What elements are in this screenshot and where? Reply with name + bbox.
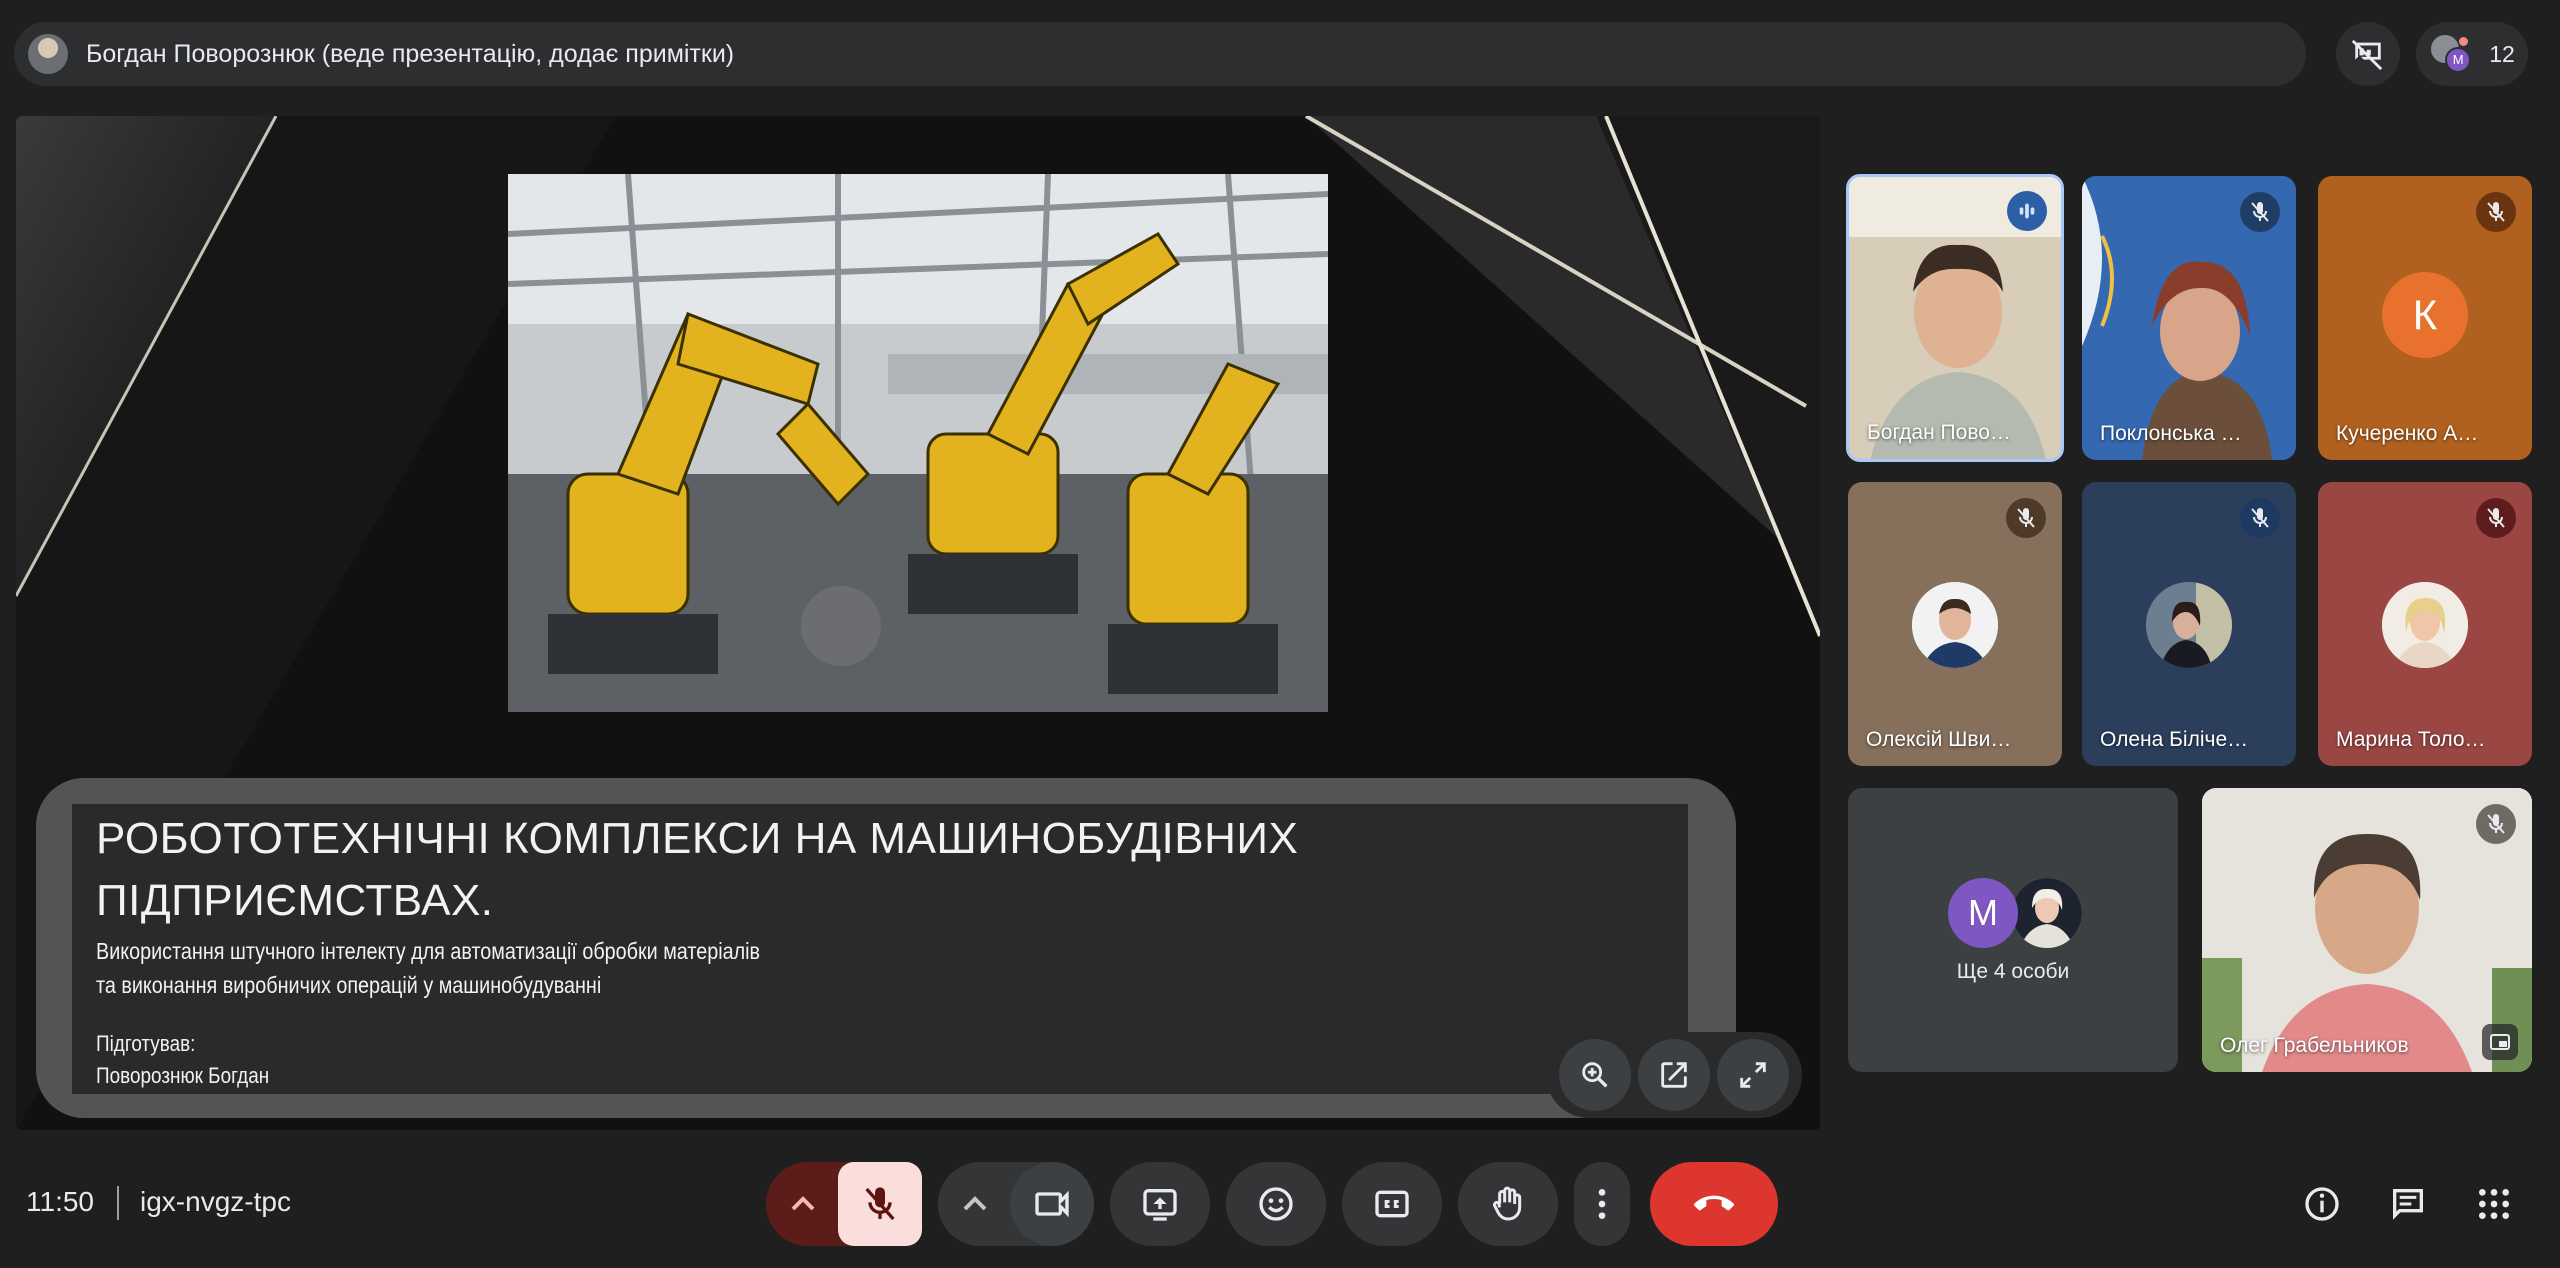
participant-tile[interactable]: Марина Толо… [2318, 482, 2532, 766]
more-participants-tile[interactable]: M Ще 4 особи [1848, 788, 2178, 1072]
picture-in-picture-icon [2490, 1034, 2510, 1050]
meeting-details-button[interactable] [2298, 1180, 2346, 1228]
mic-off-icon [2251, 508, 2269, 528]
closed-captions-icon [1375, 1190, 1409, 1218]
robot-factory-image [508, 174, 1328, 712]
participant-tile[interactable]: Олег Грабельников [2202, 788, 2532, 1072]
participant-name: Богдан Пово… [1867, 421, 2011, 444]
raise-hand-button[interactable] [1458, 1162, 1558, 1246]
video-options-button[interactable] [938, 1162, 1012, 1246]
audio-options-button[interactable] [766, 1162, 840, 1246]
presentation-toolbar [1546, 1032, 1802, 1118]
avatar [1912, 582, 1998, 668]
mic-off-indicator [2476, 192, 2516, 232]
mic-off-icon [865, 1187, 895, 1221]
mic-off-indicator [2006, 498, 2046, 538]
avatar: К [2382, 272, 2468, 358]
presenter-avatar [28, 34, 68, 74]
fullscreen-button[interactable] [1716, 1039, 1789, 1111]
participant-name: Олексій Шви… [1866, 728, 2012, 751]
chevron-up-icon [963, 1196, 987, 1211]
expand-icon [1739, 1062, 1766, 1088]
speaking-indicator [2007, 191, 2047, 231]
hide-presentation-button[interactable] [2336, 22, 2400, 86]
presentation-off-icon [2351, 39, 2383, 71]
avatar [2382, 582, 2468, 668]
participant-name: Олег Грабельников [2220, 1034, 2409, 1057]
participant-tile[interactable]: Богдан Пово… [1846, 174, 2064, 462]
time-separator [117, 1186, 119, 1220]
present-to-all-icon [1143, 1189, 1177, 1221]
chat-button[interactable] [2384, 1180, 2432, 1228]
slide-subtitle: Використання штучного інтелекту для авто… [96, 938, 761, 998]
mic-off-icon [2487, 814, 2505, 834]
camera-toggle-button[interactable] [1010, 1162, 1094, 1246]
participant-tile[interactable]: К Кучеренко А… [2318, 176, 2532, 460]
avatar [2146, 582, 2232, 668]
pop-out-button[interactable] [1637, 1039, 1710, 1111]
participant-name: Кучеренко А… [2336, 422, 2479, 445]
mic-off-indicator [2476, 804, 2516, 844]
pin-tile-button[interactable] [2482, 1024, 2518, 1060]
videocam-icon [1035, 1190, 1069, 1218]
activities-button[interactable] [2470, 1180, 2518, 1228]
more-options-button[interactable] [1574, 1162, 1630, 1246]
participant-tile[interactable]: Олексій Шви… [1848, 482, 2062, 766]
mic-off-indicator [2240, 192, 2280, 232]
mic-off-indicator [2240, 498, 2280, 538]
audio-wave-icon [2019, 203, 2035, 219]
zoom-in-icon [1582, 1062, 1608, 1088]
participant-tile[interactable]: Поклонська … [2082, 176, 2296, 460]
presentation-stage: РОБОТОТЕХНІЧНІ КОМПЛЕКСИ НА МАШИНОБУДІВН… [16, 116, 1820, 1130]
participants-avatars: M [2429, 33, 2472, 75]
hand-icon [1493, 1186, 1522, 1221]
meeting-code: igx-nvgz-tpc [140, 1186, 291, 1217]
call-end-icon [1694, 1195, 1734, 1211]
more-participants-label: Ще 4 особи [1956, 960, 2070, 983]
mic-off-icon [2251, 202, 2269, 222]
chevron-up-icon [791, 1196, 815, 1211]
chat-icon [2393, 1189, 2423, 1220]
avatar: M [1948, 878, 2018, 948]
participant-name: Марина Толо… [2336, 728, 2486, 751]
microphone-toggle-button[interactable] [838, 1162, 922, 1246]
zoom-button[interactable] [1559, 1039, 1632, 1111]
reactions-button[interactable] [1226, 1162, 1326, 1246]
presenter-label: Богдан Поворознюк (веде презентацію, дод… [86, 39, 735, 68]
mic-off-indicator [2476, 498, 2516, 538]
slide-author: Підготував: Поворознюк Богдан [96, 1031, 270, 1088]
mic-off-icon [2017, 508, 2035, 528]
leave-call-button[interactable] [1650, 1162, 1778, 1246]
info-icon [2305, 1187, 2339, 1221]
people-button[interactable]: M 12 [2416, 22, 2528, 86]
participant-name: Поклонська … [2100, 422, 2242, 445]
participant-name: Олена Біліче… [2100, 728, 2249, 751]
emoji-icon [1259, 1187, 1293, 1221]
presenter-banner: Богдан Поворознюк (веде презентацію, дод… [14, 22, 2306, 86]
video-options-group [938, 1162, 1094, 1246]
avatar [2012, 878, 2082, 948]
present-screen-button[interactable] [1110, 1162, 1210, 1246]
more-vert-icon [1598, 1189, 1606, 1219]
open-in-new-icon [1661, 1062, 1687, 1088]
participant-tile[interactable]: Олена Біліче… [2082, 482, 2296, 766]
mic-off-icon [2487, 202, 2505, 222]
current-time: 11:50 [26, 1186, 94, 1217]
slide-title: РОБОТОТЕХНІЧНІ КОМПЛЕКСИ НА МАШИНОБУДІВН… [96, 814, 1299, 925]
audio-options-group [766, 1162, 922, 1246]
apps-icon [2479, 1189, 2509, 1219]
captions-button[interactable] [1342, 1162, 1442, 1246]
participant-count: 12 [2489, 40, 2515, 67]
mic-off-icon [2487, 508, 2505, 528]
